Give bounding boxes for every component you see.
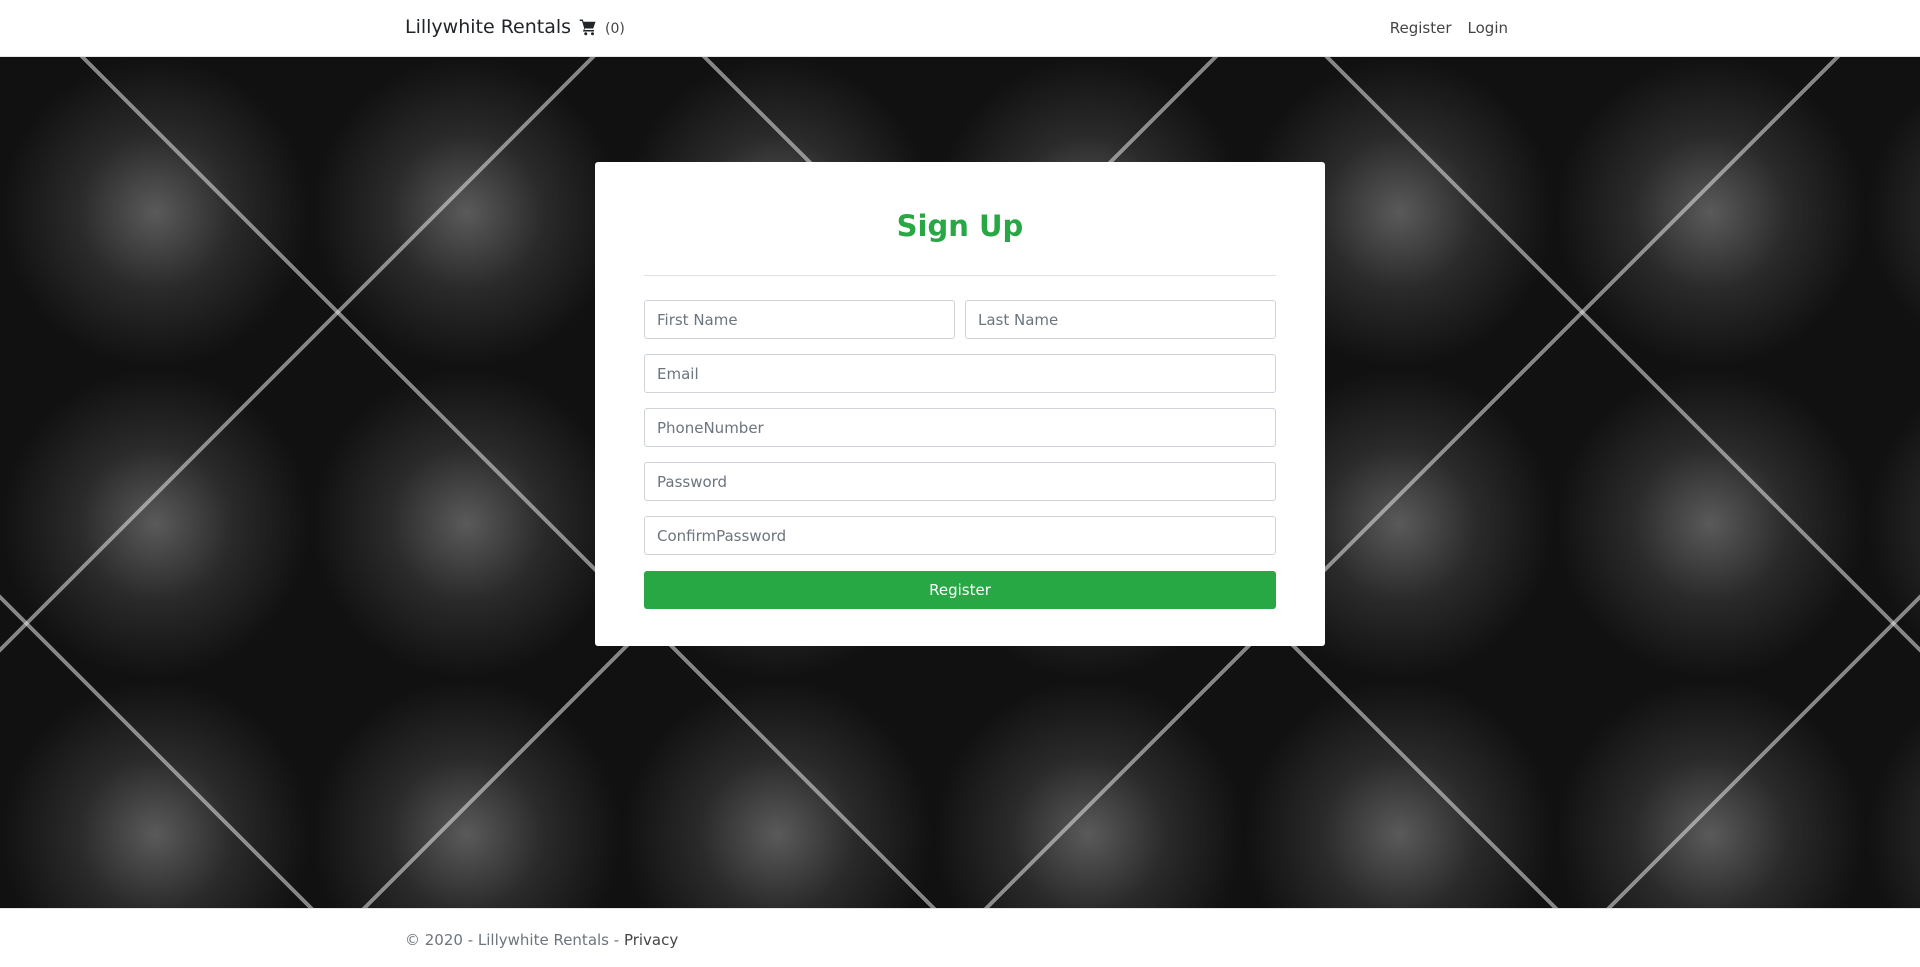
copyright-text: © 2020 - Lillywhite Rentals - [405,931,624,949]
confirm-password-input[interactable] [644,516,1276,555]
signup-title: Sign Up [896,209,1024,243]
password-input[interactable] [644,462,1276,501]
shopping-cart-icon [579,18,597,40]
nav-login-link[interactable]: Login [1468,19,1508,37]
cart-count: (0) [605,21,625,37]
divider [644,275,1276,276]
register-button[interactable]: Register [644,571,1276,609]
account-nav: Register Login [1390,19,1508,37]
cart-link[interactable]: (0) [579,18,625,40]
top-navbar: Lillywhite Rentals (0) Register Login [0,0,1920,57]
nav-register-link[interactable]: Register [1390,19,1452,37]
footer: © 2020 - Lillywhite Rentals - Privacy [0,908,1920,967]
signup-fields [644,354,1276,555]
last-name-input[interactable] [965,300,1276,339]
signup-card: Sign Up Register [595,162,1325,646]
name-row [644,300,1276,339]
phone-number-input[interactable] [644,408,1276,447]
footer-text: © 2020 - Lillywhite Rentals - Privacy [405,931,678,949]
hero-background: Sign Up Register [0,57,1920,908]
brand-link[interactable]: Lillywhite Rentals [405,16,571,38]
privacy-link[interactable]: Privacy [624,931,678,949]
first-name-input[interactable] [644,300,955,339]
email-input[interactable] [644,354,1276,393]
